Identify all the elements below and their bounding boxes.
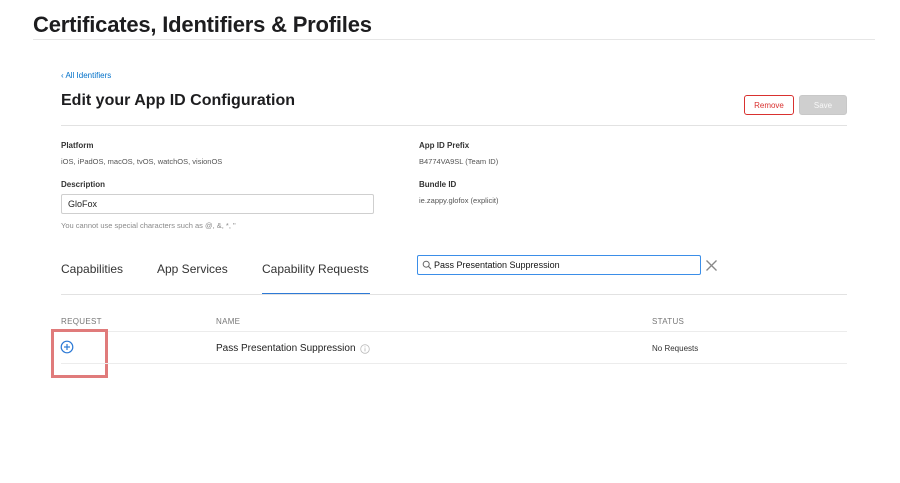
tabs-divider	[61, 294, 847, 295]
section-title: Edit your App ID Configuration	[61, 92, 296, 109]
title-divider	[33, 39, 875, 40]
platform-label: Platform	[61, 141, 94, 150]
page-title: Certificates, Identifiers & Profiles	[33, 12, 372, 37]
info-icon[interactable]	[359, 343, 370, 354]
save-button[interactable]: Save	[799, 95, 847, 115]
description-hint: You cannot use special characters such a…	[61, 221, 236, 230]
search-icon	[422, 260, 432, 270]
column-header-request: REQUEST	[61, 317, 102, 326]
tab-app-services[interactable]: App Services	[157, 262, 228, 276]
column-header-status: STATUS	[652, 317, 685, 326]
search-box[interactable]	[417, 255, 701, 275]
add-circle-icon[interactable]	[60, 340, 74, 354]
tab-capability-requests[interactable]: Capability Requests	[262, 262, 369, 276]
capability-name: Pass Presentation Suppression	[216, 343, 356, 354]
remove-button[interactable]: Remove	[744, 95, 794, 115]
bundle-id-value: ie.zappy.glofox (explicit)	[419, 196, 499, 205]
search-input[interactable]	[434, 257, 700, 273]
column-header-name: NAME	[216, 317, 241, 326]
platform-value: iOS, iPadOS, macOS, tvOS, watchOS, visio…	[61, 157, 223, 166]
back-link-all-identifiers[interactable]: ‹ All Identifiers	[61, 71, 111, 80]
table-header-divider	[61, 331, 847, 332]
clear-search-icon[interactable]	[705, 259, 718, 272]
table-row-status: No Requests	[652, 344, 699, 353]
description-label: Description	[61, 180, 106, 189]
bundle-id-label: Bundle ID	[419, 180, 457, 189]
app-id-prefix-value: B4774VA9SL (Team ID)	[419, 157, 499, 166]
table-row-divider	[61, 363, 847, 364]
page: Certificates, Identifiers & Profiles ‹ A…	[0, 0, 900, 483]
app-id-prefix-label: App ID Prefix	[419, 141, 470, 150]
description-input[interactable]	[61, 194, 374, 214]
tab-capabilities[interactable]: Capabilities	[61, 262, 123, 276]
section-divider	[61, 125, 847, 126]
table-row-name: Pass Presentation Suppression	[216, 343, 370, 354]
